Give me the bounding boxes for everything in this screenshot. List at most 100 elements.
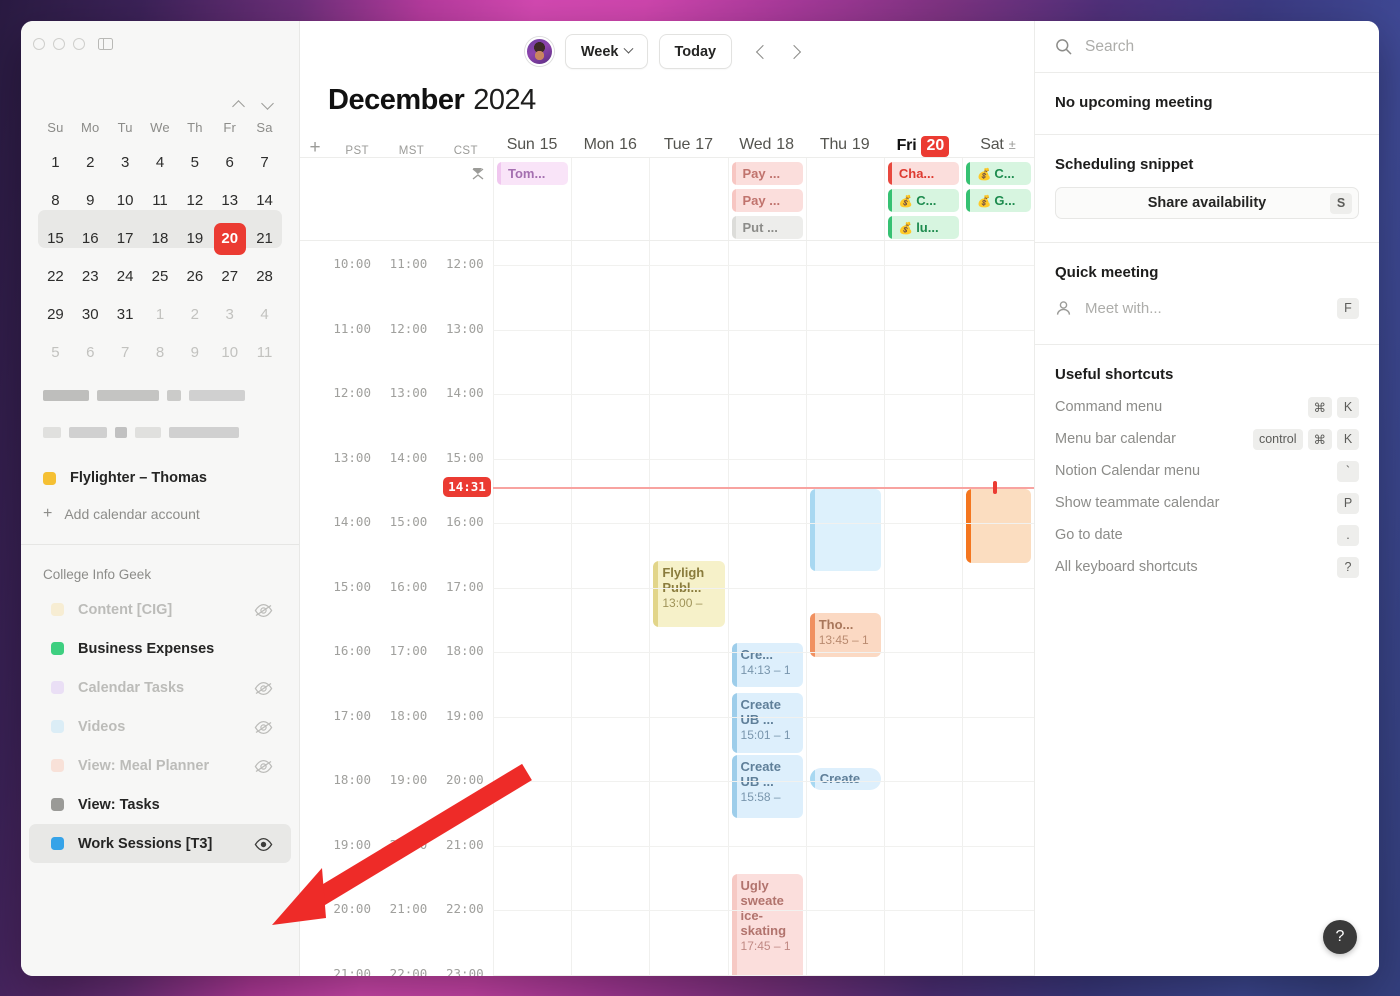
eye-off-icon[interactable] — [254, 603, 273, 617]
mini-calendar-day[interactable]: 5 — [177, 144, 212, 182]
account-item-primary[interactable]: Flylighter – Thomas — [21, 464, 299, 492]
add-timezone-button[interactable]: + — [300, 138, 330, 157]
meet-with-input[interactable] — [1085, 299, 1324, 317]
user-avatar[interactable] — [524, 37, 554, 66]
calendar-event[interactable]: Flyligh Publ... 13:00 – — [653, 561, 725, 627]
timezone-pst[interactable]: PST — [330, 145, 384, 157]
mini-calendar-day[interactable]: 9 — [177, 334, 212, 372]
mini-calendar-day[interactable]: 3 — [108, 144, 143, 182]
chevron-up-icon[interactable] — [233, 99, 246, 112]
day-header-sat[interactable]: Sat ± — [962, 136, 1034, 157]
shortcut-row-all-keyboard-shortcuts[interactable]: All keyboard shortcuts? — [1055, 551, 1359, 583]
day-column-mon[interactable] — [571, 241, 649, 976]
help-icon[interactable]: ? — [1323, 920, 1357, 954]
view-selector-button[interactable]: Week — [564, 34, 648, 69]
calendar-event[interactable]: Create — [809, 768, 881, 790]
all-day-column-fri-20[interactable]: Cha... 💰 C... 💰 lu... — [883, 158, 962, 240]
eye-on-icon[interactable] — [254, 837, 273, 851]
mini-calendar-day[interactable]: 21 — [247, 220, 282, 258]
all-day-event[interactable]: Cha... — [887, 162, 960, 185]
mini-calendar-day[interactable]: 12 — [177, 182, 212, 220]
mini-calendar-day[interactable]: 4 — [247, 296, 282, 334]
all-day-event[interactable]: Pay ... — [731, 162, 803, 185]
share-availability-button[interactable]: Share availability S — [1055, 187, 1359, 219]
close-icon[interactable] — [33, 38, 45, 50]
calendar-item-work-sessions-t3[interactable]: Work Sessions [T3] — [29, 824, 291, 863]
all-day-column-tue-17[interactable] — [649, 158, 727, 240]
day-column-wed[interactable]: Cre... 14:13 – 1 Create UB ... 15:01 – 1 Cre… — [727, 241, 806, 976]
shortcut-row-menu-bar-calendar[interactable]: Menu bar calendar control ⌘ K — [1055, 423, 1359, 455]
collapse-rows-icon[interactable] — [471, 168, 485, 180]
all-day-event[interactable]: Tom... — [497, 162, 569, 185]
day-header-mon[interactable]: Mon 16 — [571, 136, 649, 157]
mini-calendar-day[interactable]: 7 — [108, 334, 143, 372]
mini-calendar-day[interactable]: 2 — [73, 144, 108, 182]
mini-calendar-day[interactable]: 31 — [108, 296, 143, 334]
all-day-column-sun-15[interactable]: Tom... — [493, 158, 571, 240]
day-column-thu[interactable]: Tho... 13:45 – 1 Create — [805, 241, 884, 976]
all-day-event[interactable]: 💰 C... — [966, 162, 1032, 185]
chevron-left-icon[interactable] — [749, 37, 775, 67]
eye-off-icon[interactable] — [254, 681, 273, 695]
calendar-item-view-tasks[interactable]: View: Tasks — [29, 785, 291, 824]
mini-calendar-day[interactable]: 6 — [212, 144, 247, 182]
calendar-event[interactable]: Tho... 13:45 – 1 — [809, 613, 881, 657]
day-header-tue[interactable]: Tue 17 — [649, 136, 727, 157]
shortcut-row-show-teammate-calendar[interactable]: Show teammate calendar P — [1055, 487, 1359, 519]
calendar-item-view-meal-planner[interactable]: View: Meal Planner — [29, 746, 291, 785]
day-column-sun[interactable] — [493, 241, 571, 976]
day-header-sun[interactable]: Sun 15 — [493, 136, 571, 157]
all-day-event[interactable]: 💰 G... — [966, 189, 1032, 212]
chevron-right-icon[interactable] — [783, 37, 809, 67]
mini-calendar-day[interactable]: 10 — [108, 182, 143, 220]
today-button[interactable]: Today — [658, 34, 733, 69]
eye-off-icon[interactable] — [254, 759, 273, 773]
mini-calendar-day[interactable]: 8 — [143, 334, 178, 372]
all-day-column-thu-19[interactable] — [805, 158, 884, 240]
calendar-item-calendar-tasks[interactable]: Calendar Tasks — [29, 668, 291, 707]
zoom-icon[interactable] — [73, 38, 85, 50]
calendar-event[interactable]: Cre... 14:13 – 1 — [731, 643, 803, 687]
day-column-sat[interactable] — [962, 241, 1034, 976]
day-column-fri[interactable] — [883, 241, 962, 976]
mini-calendar-day[interactable]: 28 — [247, 258, 282, 296]
all-day-event[interactable]: 💰 C... — [887, 189, 960, 212]
mini-calendar-day[interactable]: 3 — [212, 296, 247, 334]
mini-calendar-day[interactable]: 16 — [73, 220, 108, 258]
all-day-column-mon-16[interactable] — [571, 158, 649, 240]
search-input[interactable] — [1085, 37, 1359, 56]
all-day-column-wed-18[interactable]: Pay ... Pay ... Put ... — [727, 158, 806, 240]
calendar-event[interactable] — [809, 489, 881, 571]
mini-calendar-day[interactable]: 6 — [73, 334, 108, 372]
mini-calendar-day[interactable]: 7 — [247, 144, 282, 182]
mini-calendar-day[interactable]: 14 — [247, 182, 282, 220]
shortcut-row-command-menu[interactable]: Command menu ⌘ K — [1055, 391, 1359, 423]
all-day-column-sat-21[interactable]: 💰 C... 💰 G... — [962, 158, 1034, 240]
add-calendar-account-button[interactable]: + Add calendar account — [21, 492, 299, 523]
timezone-cst[interactable]: CST — [439, 145, 493, 157]
eye-off-icon[interactable] — [254, 720, 273, 734]
mini-calendar-day[interactable]: 10 — [212, 334, 247, 372]
all-day-event[interactable]: Put ... — [731, 216, 803, 239]
mini-calendar-day[interactable]: 17 — [108, 220, 143, 258]
mini-calendar-day[interactable]: 1 — [38, 144, 73, 182]
mini-calendar-day[interactable]: 22 — [38, 258, 73, 296]
calendar-event[interactable]: Ugly sweate ice-skating 17:45 – 1 — [731, 874, 803, 976]
chevron-down-icon[interactable] — [262, 99, 275, 112]
day-header-fri[interactable]: Fri 20 — [884, 136, 962, 157]
mini-calendar-day[interactable]: 18 — [143, 220, 178, 258]
mini-calendar-day[interactable]: 23 — [73, 258, 108, 296]
mini-calendar-day[interactable]: 4 — [143, 144, 178, 182]
mini-calendar-day[interactable]: 27 — [212, 258, 247, 296]
mini-calendar-day[interactable]: 25 — [143, 258, 178, 296]
panel-toggle-icon[interactable] — [98, 37, 113, 50]
minimize-icon[interactable] — [53, 38, 65, 50]
day-header-wed[interactable]: Wed 18 — [728, 136, 806, 157]
calendar-item-business-expenses[interactable]: Business Expenses — [29, 629, 291, 668]
day-header-thu[interactable]: Thu 19 — [806, 136, 884, 157]
mini-calendar-day[interactable]: 11 — [143, 182, 178, 220]
calendar-event[interactable]: Create UB ... 15:58 – — [731, 755, 803, 818]
all-day-event[interactable]: 💰 lu... — [887, 216, 960, 239]
calendar-event[interactable] — [966, 489, 1032, 563]
calendar-item-videos[interactable]: Videos — [29, 707, 291, 746]
